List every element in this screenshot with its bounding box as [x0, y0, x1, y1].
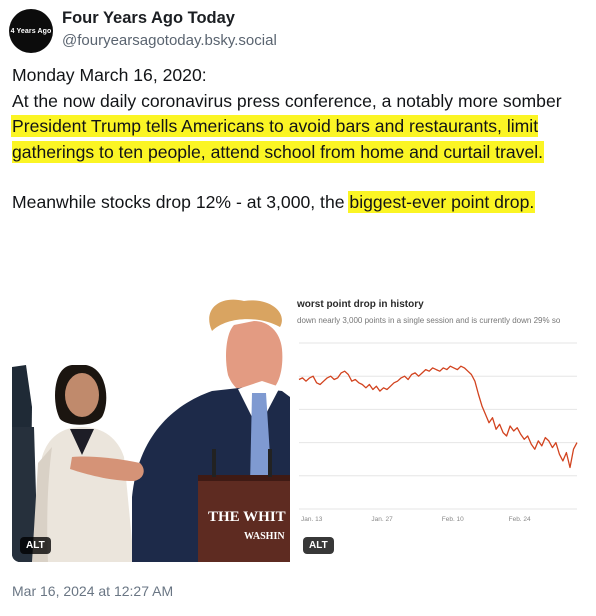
- avatar-text: 4 Years Ago: [10, 27, 52, 35]
- x-tick-label: Jan. 13: [301, 516, 323, 523]
- post-paragraph-1: Monday March 16, 2020: At the now daily …: [12, 63, 592, 165]
- chart-subtitle: down nearly 3,000 points in a single ses…: [297, 316, 561, 325]
- chart-title: worst point drop in history: [296, 299, 424, 310]
- post-date-line: Monday March 16, 2020:: [12, 65, 207, 85]
- dow-chart: worst point drop in history down nearly …: [295, 287, 580, 562]
- press-conference-photo[interactable]: THE WHIT WASHIN ALT: [12, 287, 290, 562]
- stock-chart-image[interactable]: worst point drop in history down nearly …: [295, 287, 580, 562]
- press-conference-illustration: THE WHIT WASHIN: [12, 287, 290, 562]
- handle[interactable]: @fouryearsagotoday.bsky.social: [62, 32, 277, 49]
- alt-badge[interactable]: ALT: [20, 537, 51, 554]
- post-paragraph-2: Meanwhile stocks drop 12% - at 3,000, th…: [12, 190, 592, 216]
- post-text-plain: At the now daily coronavirus press confe…: [12, 90, 562, 111]
- highlighted-text: biggest-ever point drop.: [349, 192, 535, 212]
- post-text-plain: Meanwhile stocks drop 12% - at 3,000, th…: [12, 192, 350, 212]
- media-gallery: THE WHIT WASHIN ALT worst point drop in …: [12, 287, 580, 562]
- highlighted-text: President Trump tells Americans to avoid…: [12, 116, 544, 162]
- post-text: Monday March 16, 2020: At the now daily …: [12, 63, 592, 216]
- post-timestamp[interactable]: Mar 16, 2024 at 12:27 AM: [12, 583, 173, 599]
- x-tick-label: Jan. 27: [371, 516, 393, 523]
- x-tick-label: Feb. 24: [509, 516, 531, 523]
- display-name[interactable]: Four Years Ago Today: [62, 9, 235, 28]
- avatar[interactable]: 4 Years Ago: [9, 9, 53, 53]
- alt-badge[interactable]: ALT: [303, 537, 334, 554]
- x-tick-label: Feb. 10: [442, 516, 464, 523]
- podium-text-2: WASHIN: [244, 531, 285, 542]
- podium-text-1: THE WHIT: [208, 509, 286, 525]
